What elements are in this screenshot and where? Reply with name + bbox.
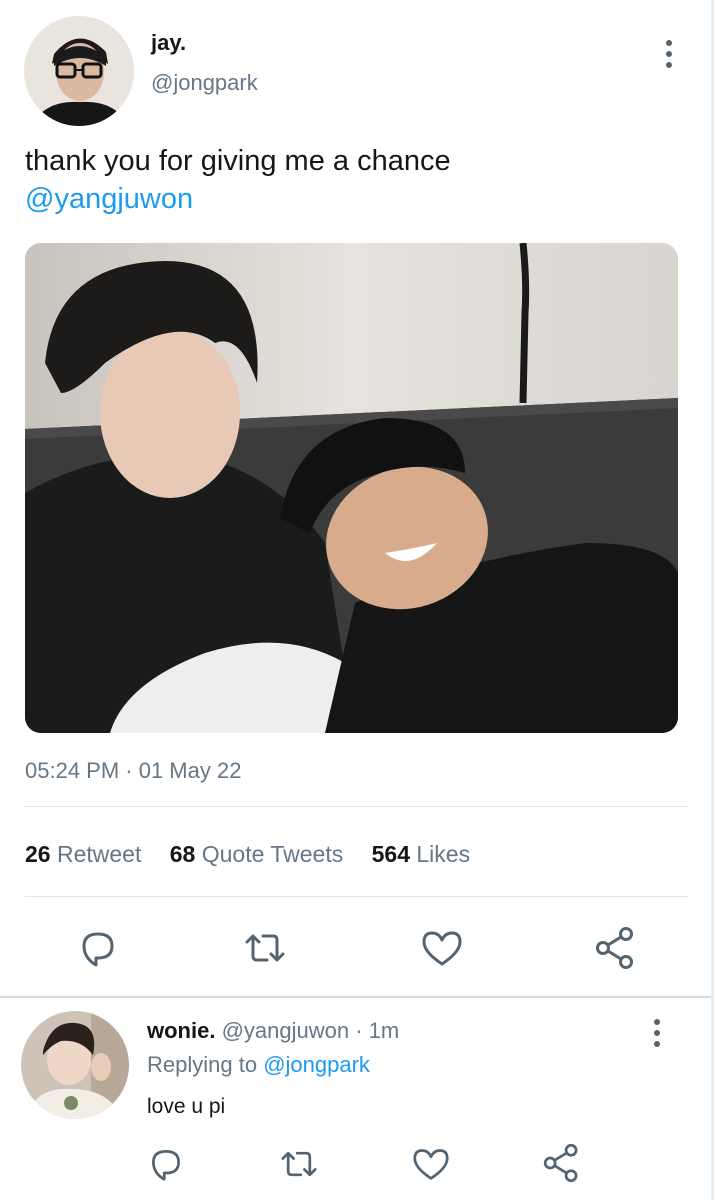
reply-header: wonie. @yangjuwon · 1m <box>147 1018 399 1044</box>
author-name[interactable]: jay. <box>151 30 186 56</box>
author-handle[interactable]: @jongpark <box>151 70 258 96</box>
heart-icon <box>413 1149 449 1180</box>
reply-reply-button[interactable] <box>148 1146 184 1182</box>
quotes-stat[interactable]: 68 Quote Tweets <box>170 841 350 867</box>
retweet-icon <box>281 1151 317 1177</box>
replying-to-link[interactable]: @jongpark <box>263 1052 370 1077</box>
speech-bubble-icon <box>152 1150 180 1181</box>
replying-to-label: Replying to <box>147 1052 258 1077</box>
like-button[interactable] <box>420 928 464 968</box>
retweet-icon <box>245 934 285 962</box>
divider <box>25 806 688 807</box>
reply-text: love u pi <box>147 1095 226 1118</box>
tweet-mention-link[interactable]: @yangjuwon <box>25 180 193 218</box>
retweets-stat[interactable]: 26 Retweet <box>25 841 148 867</box>
likes-stat[interactable]: 564 Likes <box>372 841 470 867</box>
tweet-timestamp[interactable]: 05:24 PM · 01 May 22 <box>25 758 241 784</box>
reply-button[interactable] <box>78 928 118 968</box>
quotes-count: 68 <box>169 841 196 867</box>
likes-count: 564 <box>371 841 410 867</box>
reply-like-button[interactable] <box>411 1146 451 1182</box>
stats-row: 26 Retweet 68 Quote Tweets 564 Likes <box>25 841 470 868</box>
author-avatar[interactable] <box>24 16 134 126</box>
speech-bubble-icon <box>82 932 114 967</box>
tweet-text: thank you for giving me a chance <box>25 145 451 177</box>
tweet-photo[interactable] <box>25 243 678 733</box>
likes-label: Likes <box>416 841 471 867</box>
more-vertical-icon[interactable] <box>653 1019 661 1052</box>
reply-share-button[interactable] <box>542 1143 582 1183</box>
share-icon <box>596 927 633 969</box>
retweet-button[interactable] <box>243 928 287 968</box>
more-vertical-icon[interactable] <box>665 40 673 73</box>
heart-icon <box>422 931 462 966</box>
retweets-count: 26 <box>25 841 51 867</box>
retweets-label: Retweet <box>56 841 142 867</box>
replying-to-line: Replying to @jongpark <box>147 1052 370 1078</box>
reply-author-name[interactable]: wonie. <box>147 1018 215 1043</box>
share-button[interactable] <box>594 926 638 970</box>
share-icon <box>543 1143 578 1183</box>
reply-time[interactable]: · 1m <box>355 1018 399 1043</box>
reply-author-avatar[interactable] <box>21 1011 129 1119</box>
divider <box>25 896 688 897</box>
reply-retweet-button[interactable] <box>279 1146 319 1182</box>
divider <box>0 996 711 998</box>
reply-author-handle[interactable]: @yangjuwon <box>222 1018 350 1043</box>
quotes-label: Quote Tweets <box>201 841 344 867</box>
